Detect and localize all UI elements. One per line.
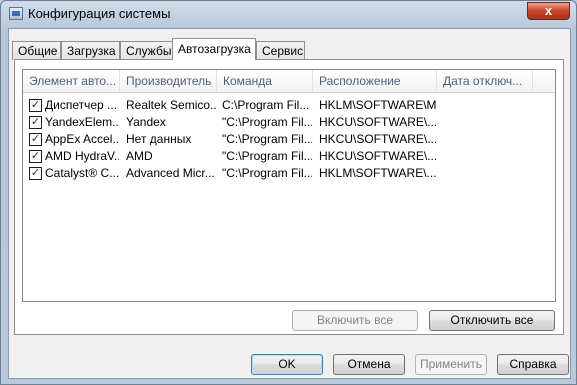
apply-button[interactable]: Применить (415, 354, 487, 375)
cell-location: HKLM\SOFTWARE\M... (319, 98, 436, 112)
cell-item: AMD HydraV... (45, 149, 119, 163)
enable-all-button[interactable]: Включить все (292, 310, 418, 331)
row-checkbox[interactable]: ✓ (29, 167, 42, 180)
cell-location: HKCU\SOFTWARE\... (319, 115, 436, 129)
table-row[interactable]: ✓ AppEx Accel... Нет данных "C:\Program … (23, 131, 555, 148)
row-checkbox[interactable]: ✓ (29, 133, 42, 146)
cell-disabled-date (443, 165, 533, 182)
cell-item: Диспетчер ... (45, 98, 118, 112)
column-header-disabled-date[interactable]: Дата отключ... (437, 70, 533, 92)
column-header-command[interactable]: Команда (217, 70, 313, 92)
table-row[interactable]: ✓ YandexElem... Yandex "C:\Program Fil..… (23, 114, 555, 131)
row-checkbox[interactable]: ✓ (29, 116, 42, 129)
column-header-location[interactable]: Расположение (313, 70, 437, 92)
ok-button[interactable]: OK (251, 354, 323, 375)
cell-manufacturer: Нет данных (126, 132, 192, 146)
cell-disabled-date (443, 148, 533, 165)
window-title: Конфигурация системы (28, 6, 171, 21)
title-bar[interactable]: Конфигурация системы x (1, 1, 576, 27)
cell-manufacturer: Advanced Micr... (126, 166, 215, 180)
tab-startup[interactable]: Автозагрузка (172, 38, 256, 60)
tab-general[interactable]: Общие (12, 41, 61, 60)
cell-command: "C:\Program Fil... (222, 132, 312, 146)
cell-disabled-date (443, 114, 533, 131)
cell-item: AppEx Accel... (45, 132, 119, 146)
cell-item: Catalyst® C... (45, 166, 119, 180)
cell-item: YandexElem... (45, 115, 119, 129)
cell-location: HKLM\SOFTWARE\... (319, 166, 436, 180)
disable-all-button[interactable]: Отключить все (429, 310, 555, 331)
table-row[interactable]: ✓ Диспетчер ... Realtek Semico... C:\Pro… (23, 97, 555, 114)
tab-boot[interactable]: Загрузка (61, 41, 120, 60)
cell-command: "C:\Program Fil... (222, 166, 312, 180)
dialog-body: Общие Загрузка Службы Автозагрузка Серви… (8, 28, 571, 379)
row-checkbox[interactable]: ✓ (29, 150, 42, 163)
cell-location: HKCU\SOFTWARE\... (319, 149, 436, 163)
cell-manufacturer: Yandex (126, 115, 166, 129)
close-button[interactable]: x (527, 2, 570, 20)
column-header-manufacturer[interactable]: Производитель (120, 70, 217, 92)
cell-command: C:\Program Fil... (222, 98, 310, 112)
cancel-button[interactable]: Отмена (333, 354, 405, 375)
table-row[interactable]: ✓ AMD HydraV... AMD "C:\Program Fil... H… (23, 148, 555, 165)
list-header: Элемент авто... Производитель Команда Ра… (23, 70, 555, 93)
cell-command: "C:\Program Fil... (222, 149, 312, 163)
tab-services[interactable]: Службы (120, 41, 173, 60)
system-configuration-window: Конфигурация системы x Общие Загрузка Сл… (0, 0, 577, 385)
cell-location: HKCU\SOFTWARE\... (319, 132, 436, 146)
column-header-item[interactable]: Элемент авто... (23, 70, 120, 92)
cell-disabled-date (443, 97, 533, 114)
row-checkbox[interactable]: ✓ (29, 99, 42, 112)
app-icon (9, 7, 23, 20)
cell-manufacturer: Realtek Semico... (126, 98, 216, 112)
help-button[interactable]: Справка (497, 354, 569, 375)
table-row[interactable]: ✓ Catalyst® C... Advanced Micr... "C:\Pr… (23, 165, 555, 182)
tab-tools[interactable]: Сервис (256, 41, 305, 60)
startup-list[interactable]: Элемент авто... Производитель Команда Ра… (22, 69, 556, 302)
startup-panel: Элемент авто... Производитель Команда Ра… (14, 59, 564, 335)
cell-disabled-date (443, 131, 533, 148)
cell-command: "C:\Program Fil... (222, 115, 312, 129)
cell-manufacturer: AMD (126, 149, 153, 163)
